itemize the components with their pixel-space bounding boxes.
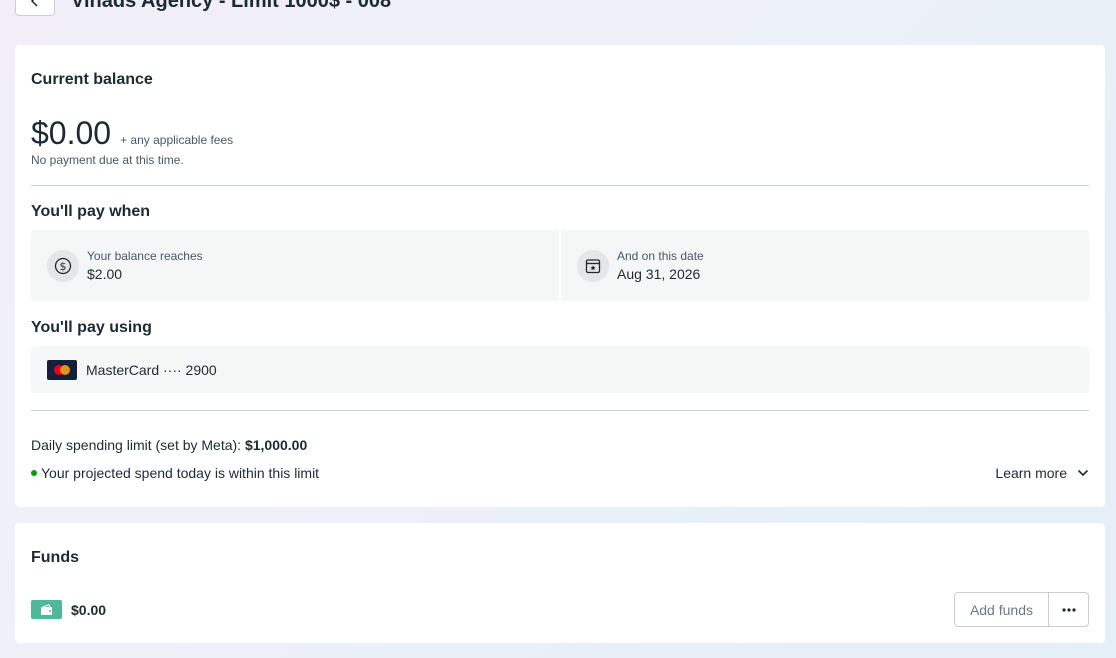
threshold-value: $2.00 bbox=[87, 266, 123, 282]
more-options-button[interactable] bbox=[1049, 592, 1089, 627]
daily-limit-label: Daily spending limit (set by Meta): bbox=[31, 437, 242, 453]
daily-limit: Daily spending limit (set by Meta): $1,0… bbox=[31, 437, 307, 453]
date-label: And on this date bbox=[617, 249, 704, 263]
dollar-icon: $ bbox=[47, 249, 79, 282]
date-box: And on this date Aug 31, 2026 bbox=[561, 230, 1089, 301]
current-balance-title: Current balance bbox=[31, 71, 153, 88]
payment-method-row[interactable]: MasterCard ···· 2900 bbox=[31, 346, 1089, 393]
funds-row: $0.00 bbox=[31, 600, 106, 619]
page-title: Vinads Agency - Limit 1000$ - 008 bbox=[71, 0, 392, 12]
svg-text:$: $ bbox=[60, 260, 67, 273]
add-funds-button[interactable]: Add funds bbox=[953, 592, 1049, 627]
mastercard-icon bbox=[47, 359, 77, 380]
limit-status-text: Your projected spend today is within thi… bbox=[41, 465, 320, 481]
calendar-icon bbox=[577, 249, 609, 282]
learn-more-label: Learn more bbox=[995, 465, 1067, 481]
balance-card: Current balance $0.00 + any applicable f… bbox=[15, 45, 1105, 507]
divider bbox=[31, 410, 1089, 411]
divider bbox=[31, 185, 1089, 186]
balance-fees-note: + any applicable fees bbox=[120, 133, 234, 147]
threshold-box: $ Your balance reaches $2.00 bbox=[31, 230, 559, 301]
payment-due-note: No payment due at this time. bbox=[31, 153, 184, 167]
funds-amount: $0.00 bbox=[71, 601, 107, 618]
funds-card: Funds $0.00 Add funds bbox=[15, 523, 1105, 643]
more-horizontal-icon bbox=[1061, 607, 1076, 612]
pay-using-title: You'll pay using bbox=[31, 319, 152, 336]
payment-method-label: MasterCard ···· 2900 bbox=[86, 361, 217, 378]
chevron-left-icon bbox=[30, 0, 38, 7]
threshold-label: Your balance reaches bbox=[87, 249, 203, 263]
balance-amount: $0.00 bbox=[31, 115, 112, 151]
back-button[interactable] bbox=[15, 0, 55, 16]
page-header: Vinads Agency - Limit 1000$ - 008 bbox=[15, 0, 391, 16]
pay-when-title: You'll pay when bbox=[31, 203, 151, 220]
limit-status: Your projected spend today is within thi… bbox=[31, 465, 319, 481]
pay-when-panel: $ Your balance reaches $2.00 And on this… bbox=[31, 230, 1089, 301]
chevron-down-icon bbox=[1077, 469, 1089, 477]
funds-actions: Add funds bbox=[953, 592, 1089, 627]
date-value: Aug 31, 2026 bbox=[617, 266, 701, 282]
wallet-icon bbox=[31, 600, 62, 619]
balance-row: $0.00 + any applicable fees bbox=[31, 115, 233, 152]
daily-limit-value: $1,000.00 bbox=[244, 437, 308, 453]
learn-more-button[interactable]: Learn more bbox=[995, 465, 1089, 481]
funds-title: Funds bbox=[31, 549, 79, 566]
status-dot-icon bbox=[31, 470, 37, 476]
